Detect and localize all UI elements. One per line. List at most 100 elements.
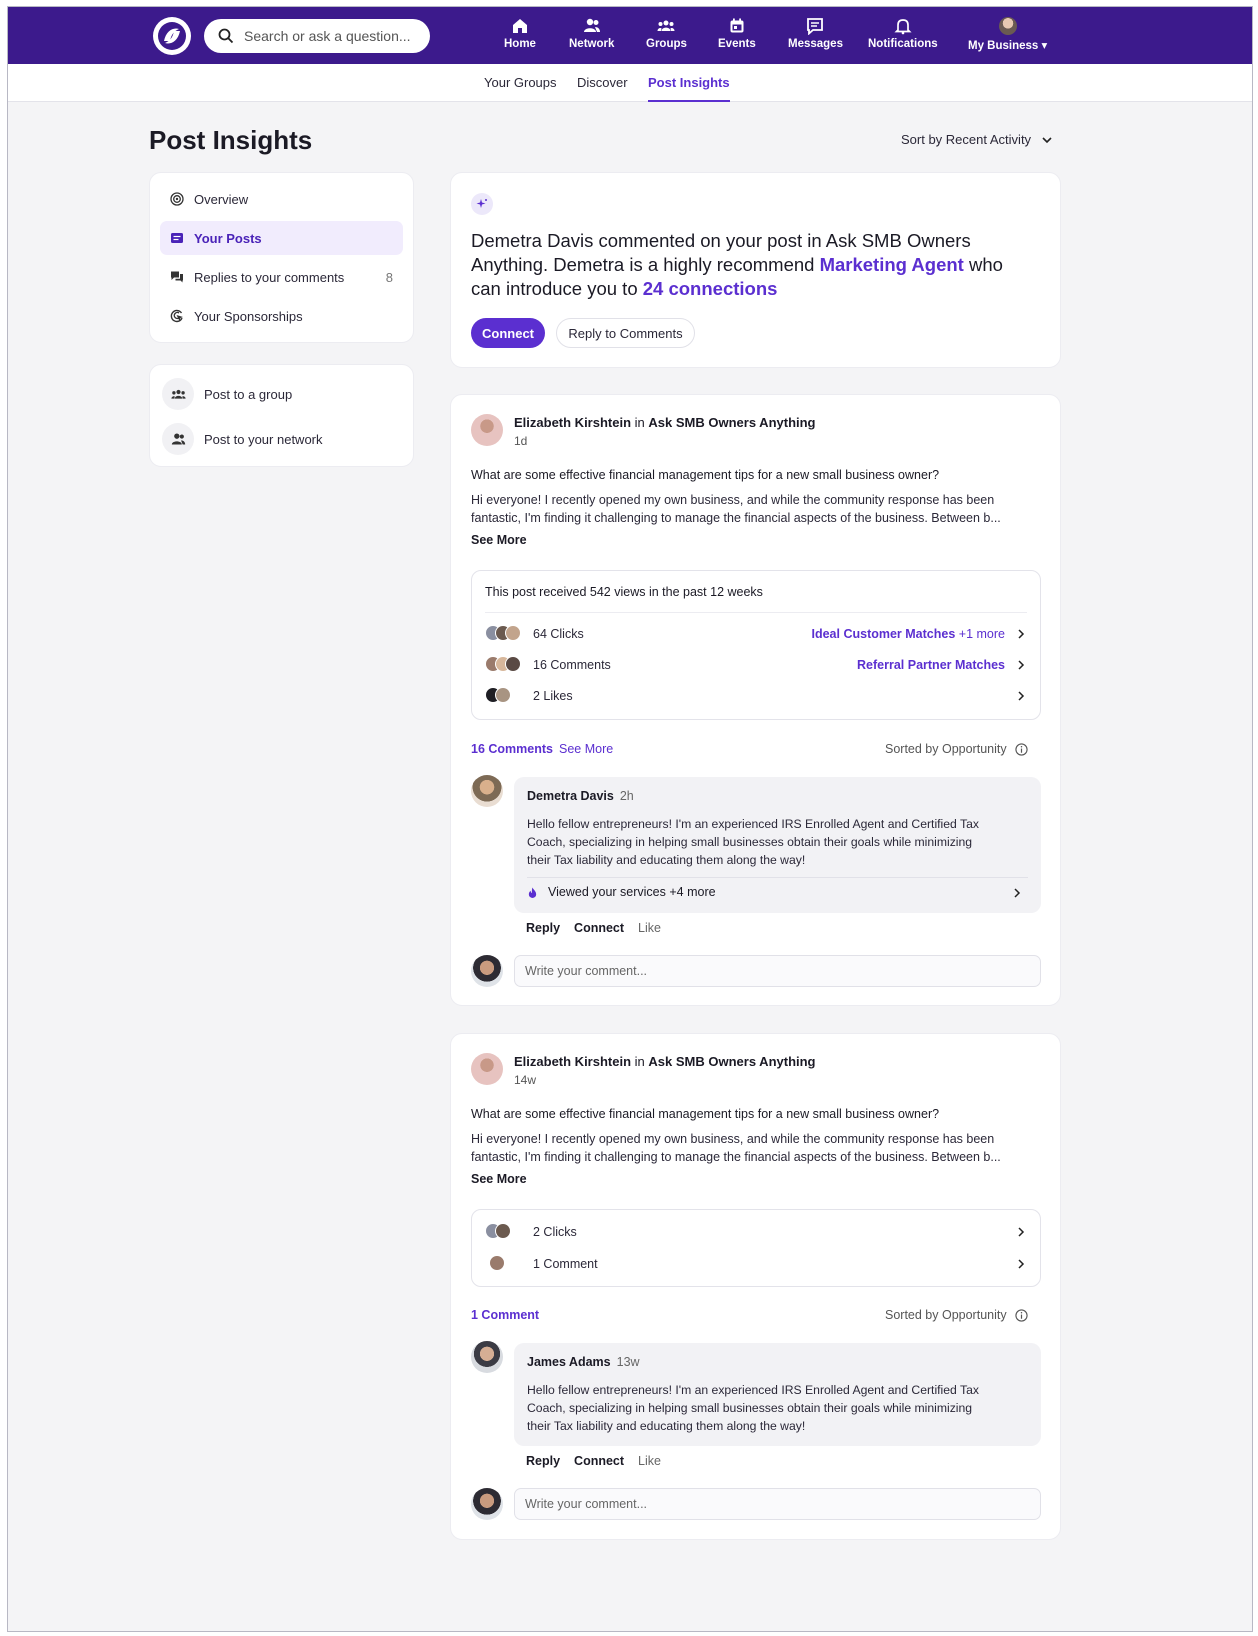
commenter-name[interactable]: Demetra Davis (527, 789, 614, 803)
tab-your-groups[interactable]: Your Groups (484, 75, 557, 90)
post-to-group-button[interactable]: Post to a group (162, 377, 292, 411)
commenter-name[interactable]: James Adams (527, 1355, 611, 1369)
post-question: What are some effective financial manage… (471, 468, 940, 482)
search-icon (218, 28, 234, 44)
sorted-by: Sorted by Opportunity (885, 1308, 1028, 1322)
nav-home-label: Home (504, 38, 536, 50)
see-more-link[interactable]: See More (471, 533, 527, 547)
groups-icon (170, 389, 186, 399)
like-button[interactable]: Like (638, 921, 661, 935)
viewed-services-row[interactable]: Viewed your services +4 more (527, 885, 1028, 899)
post-body-line: Hi everyone! I recently opened my own bu… (471, 493, 995, 507)
nav-network[interactable]: Network (569, 17, 614, 57)
stat-row-clicks[interactable]: 64 Clicks Ideal Customer Matches +1 more (485, 624, 1027, 644)
avatar[interactable] (471, 1053, 503, 1085)
comments-count-link[interactable]: 16 Comments (471, 742, 553, 756)
connect-link[interactable]: Connect (574, 1454, 624, 1468)
avatar[interactable] (471, 414, 503, 446)
stat-row-likes[interactable]: 2 Likes (485, 686, 1027, 706)
logo-icon[interactable] (153, 17, 191, 55)
stat-row-comments[interactable]: 1 Comment (485, 1254, 1027, 1274)
sidebar-nav-card: Overview Your Posts Replies to your comm… (149, 172, 414, 343)
post-time: 1d (514, 434, 528, 448)
groups-icon (657, 20, 675, 31)
search-placeholder: Search or ask a question... (244, 28, 411, 44)
comment-bubble: Demetra Davis 2h Hello fellow entrepreneu… (514, 777, 1041, 913)
search-input[interactable]: Search or ask a question... (204, 19, 430, 53)
marketing-agent-link[interactable]: Marketing Agent (820, 254, 964, 275)
tab-discover[interactable]: Discover (577, 75, 628, 90)
viewed-services-text: Viewed your services +4 more (548, 885, 716, 899)
reply-to-comments-button[interactable]: Reply to Comments (556, 318, 695, 348)
nav-my-business-label: My Business (968, 40, 1039, 52)
stat-row-comments[interactable]: 16 Comments Referral Partner Matches (485, 655, 1027, 675)
post-body: Hi everyone! I recently opened my own bu… (471, 491, 1041, 527)
chevron-right-icon (1018, 1259, 1025, 1269)
nav-messages[interactable]: Messages (788, 17, 843, 57)
info-icon[interactable] (1014, 742, 1028, 756)
comment-bubble: James Adams 13w Hello fellow entrepreneur… (514, 1343, 1041, 1446)
post-actions-card: Post to a group Post to your network (149, 364, 414, 467)
post-body: Hi everyone! I recently opened my own bu… (471, 1130, 1041, 1166)
avatar (471, 955, 503, 987)
post-stats-box: 2 Clicks 1 Comment (471, 1209, 1041, 1287)
author-name[interactable]: Elizabeth Kirshtein (514, 415, 631, 430)
nav-messages-label: Messages (788, 38, 843, 50)
comment-line: their Tax liability and educating them a… (527, 853, 806, 867)
see-more-link[interactable]: See More (471, 1172, 527, 1186)
chevron-right-icon (1018, 1227, 1025, 1237)
stat-label: 1 Comment (533, 1257, 598, 1271)
tab-post-insights[interactable]: Post Insights (648, 75, 730, 102)
comment-text: Hello fellow entrepreneurs! I'm an exper… (527, 815, 1027, 869)
nav-groups-label: Groups (646, 38, 687, 50)
group-name[interactable]: Ask SMB Owners Anything (648, 415, 815, 430)
like-button[interactable]: Like (638, 1454, 661, 1468)
nav-events-label: Events (718, 38, 756, 50)
comments-see-more-link[interactable]: See More (559, 742, 613, 756)
nav-events[interactable]: Events (718, 17, 756, 57)
reply-button[interactable]: Reply (526, 1454, 560, 1468)
bell-icon (894, 19, 912, 35)
avatar[interactable] (471, 1341, 503, 1373)
nav-notifications[interactable]: Notifications (868, 17, 938, 57)
reply-button[interactable]: Reply (526, 921, 560, 935)
sidebar-item-label: Your Sponsorships (194, 308, 303, 324)
referral-partner-matches-link[interactable]: Referral Partner Matches (857, 658, 1005, 672)
sorted-by: Sorted by Opportunity (885, 742, 1028, 756)
sidebar-item-replies[interactable]: Replies to your comments 8 (160, 260, 403, 294)
flame-icon (528, 886, 537, 898)
home-icon (512, 19, 527, 33)
stat-label: 64 Clicks (533, 627, 584, 641)
comments-count-link[interactable]: 1 Comment (471, 1308, 539, 1322)
avatar[interactable] (471, 775, 503, 807)
sidebar-item-overview[interactable]: Overview (160, 182, 403, 216)
nav-my-business[interactable]: My Business ▾ (968, 17, 1047, 57)
ideal-customer-matches-link[interactable]: Ideal Customer Matches +1 more (812, 627, 1006, 641)
post-to-network-label: Post to your network (204, 431, 323, 447)
sparkle-icon (471, 193, 493, 215)
connections-link[interactable]: 24 connections (643, 278, 778, 299)
target-icon (170, 192, 184, 206)
post-to-group-label: Post to a group (204, 386, 293, 402)
comment-input[interactable]: Write your comment... (514, 1488, 1041, 1520)
comment-line: their Tax liability and educating them a… (527, 1419, 806, 1433)
avatar (471, 1488, 503, 1520)
app-frame: Search or ask a question... Home Network… (7, 6, 1253, 1632)
post-body-line: fantastic, I'm finding it challenging to… (471, 1150, 1001, 1164)
connect-button[interactable]: Connect (471, 318, 545, 348)
post-to-network-button[interactable]: Post to your network (162, 422, 323, 456)
sort-dropdown[interactable]: Sort by Recent Activity (901, 132, 1053, 147)
nav-home[interactable]: Home (504, 17, 536, 57)
sidebar-item-your-posts[interactable]: Your Posts (160, 221, 403, 255)
author-name[interactable]: Elizabeth Kirshtein (514, 1054, 631, 1069)
info-icon[interactable] (1014, 1308, 1028, 1322)
nav-groups[interactable]: Groups (646, 17, 687, 57)
stat-label: 16 Comments (533, 658, 611, 672)
comment-actions: Reply Connect Like (526, 1454, 661, 1468)
stat-row-clicks[interactable]: 2 Clicks (485, 1222, 1027, 1242)
comment-input[interactable]: Write your comment... (514, 955, 1041, 987)
sort-label: Sort by Recent Activity (901, 132, 1032, 147)
connect-link[interactable]: Connect (574, 921, 624, 935)
group-name[interactable]: Ask SMB Owners Anything (648, 1054, 815, 1069)
sidebar-item-sponsorships[interactable]: Your Sponsorships (160, 299, 403, 333)
